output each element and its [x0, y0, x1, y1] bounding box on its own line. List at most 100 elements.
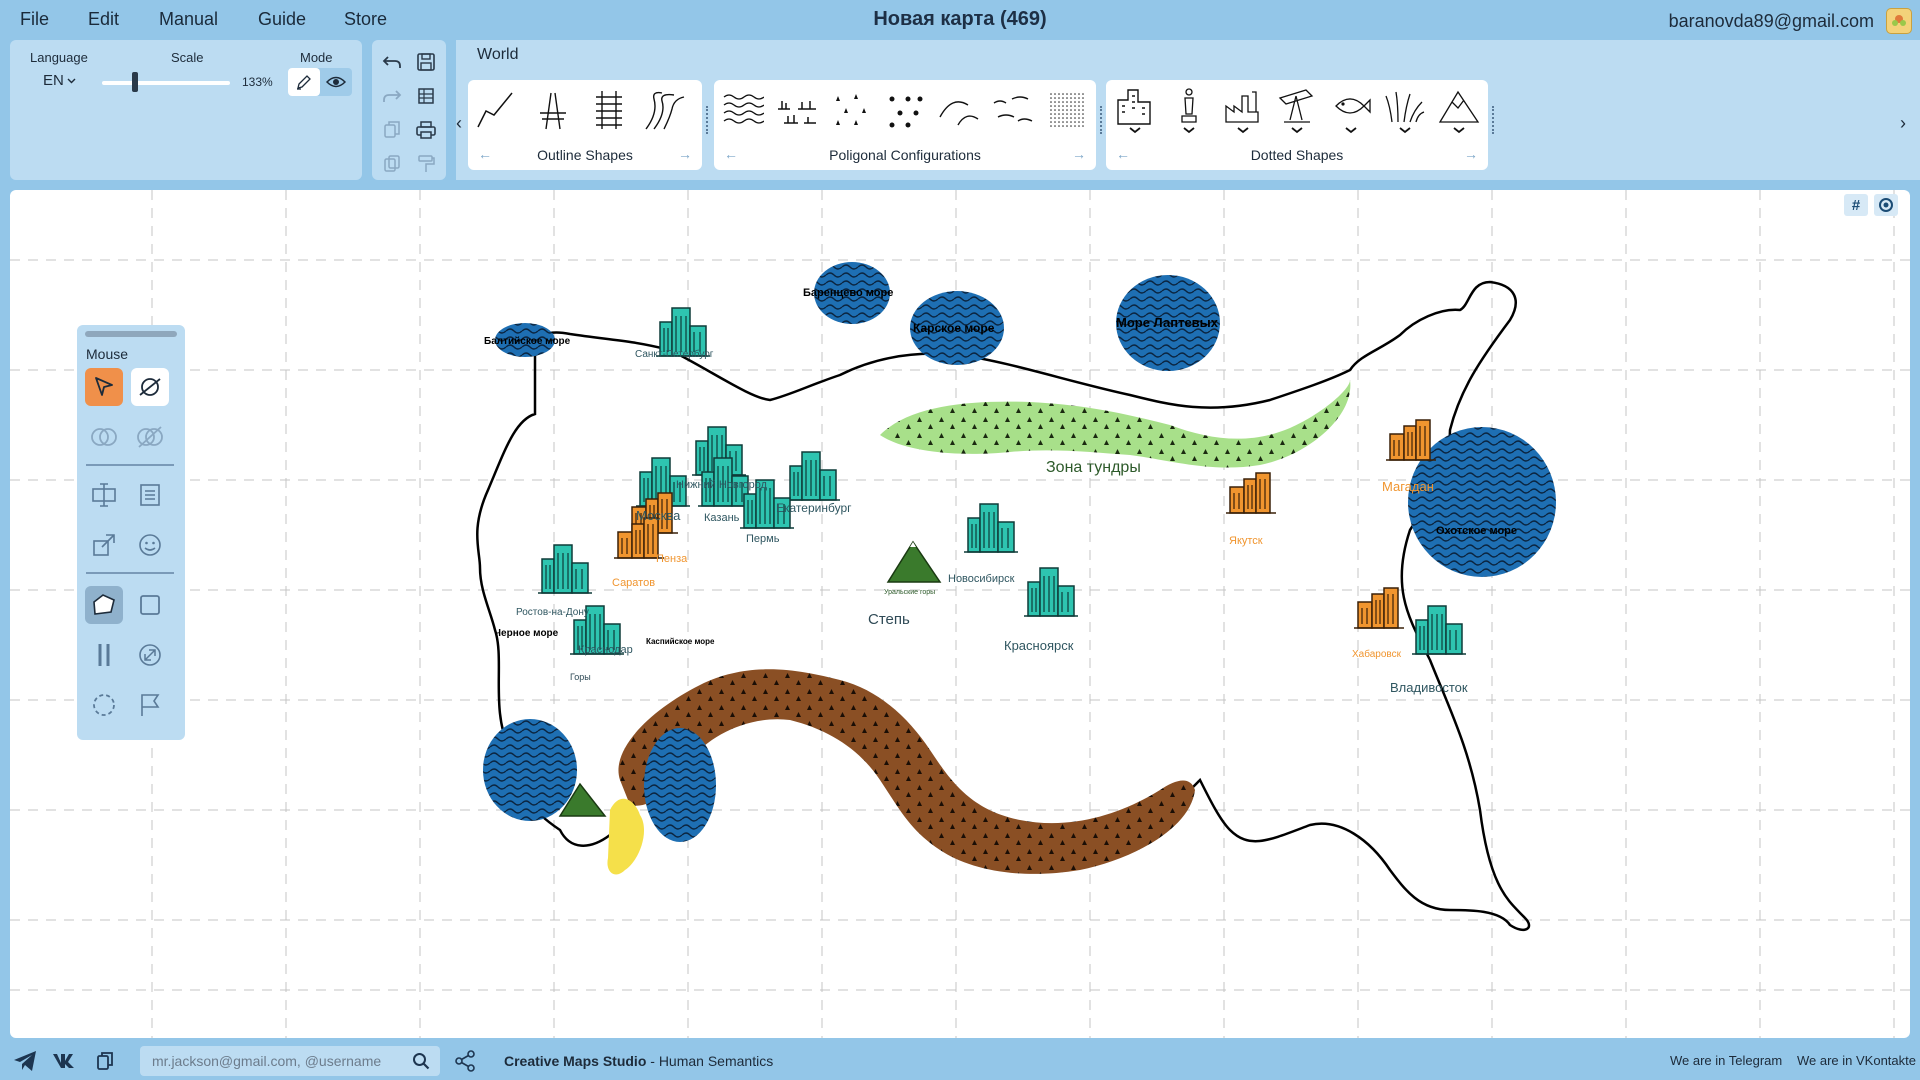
grid-toggle-button[interactable]: # — [1844, 194, 1868, 216]
sand-pattern-tool[interactable] — [1046, 86, 1088, 134]
edit-mode-button[interactable] — [288, 68, 320, 96]
factory-dotted-tool[interactable] — [1222, 86, 1264, 134]
arrow-right-icon[interactable]: → — [678, 146, 692, 162]
resize-tool[interactable] — [131, 636, 169, 674]
arrow-right-icon[interactable]: → — [1464, 146, 1478, 162]
scale-slider-track[interactable] — [102, 81, 230, 85]
reeds-dotted-tool[interactable] — [1384, 86, 1426, 134]
hills-pattern-tool[interactable] — [938, 86, 980, 134]
view-mode-button[interactable] — [320, 68, 352, 96]
reeds-icon — [1385, 91, 1425, 134]
lasso-tool[interactable] — [85, 686, 123, 724]
outline-railway-tool[interactable] — [588, 86, 630, 134]
deselect-tool[interactable] — [131, 368, 169, 406]
sand-zone[interactable] — [607, 798, 645, 875]
subtract-tool[interactable] — [131, 418, 169, 456]
copy-icon — [97, 1052, 113, 1070]
undo-button[interactable] — [378, 48, 406, 76]
city-saratov-icon[interactable] — [613, 517, 665, 559]
layers-button[interactable] — [412, 82, 440, 110]
vk-button[interactable] — [50, 1046, 80, 1076]
label-nizhny: Нижний Новгород — [676, 479, 768, 491]
user-email[interactable]: baranovda89@gmail.com — [1669, 11, 1874, 32]
toolbar-scroll-left[interactable]: ‹ — [456, 113, 462, 134]
redo-icon — [383, 90, 402, 102]
paste-button[interactable] — [378, 150, 406, 178]
menu-manual[interactable]: Manual — [159, 9, 218, 30]
city-magadan-icon[interactable] — [1385, 419, 1437, 461]
format-paint-button[interactable] — [412, 150, 440, 178]
rectangle-tool[interactable] — [131, 586, 169, 624]
shape-group-dotted: ← Dotted Shapes → — [1106, 80, 1488, 170]
mountain-dotted-tool[interactable] — [1438, 86, 1480, 134]
city-khabarovsk-icon[interactable] — [1353, 587, 1405, 629]
link-tool[interactable] — [85, 526, 123, 564]
emoji-tool[interactable] — [131, 526, 169, 564]
brand-text[interactable]: Creative Maps Studio - Human Semantics — [504, 1053, 773, 1069]
undo-icon — [382, 56, 401, 68]
tab-world[interactable]: World — [459, 40, 539, 70]
palette-drag-handle[interactable] — [85, 331, 177, 337]
line-tool[interactable] — [85, 636, 123, 674]
print-button[interactable] — [412, 116, 440, 144]
city-krasnoyarsk-icon[interactable] — [1023, 567, 1079, 617]
outline-road-tool[interactable] — [532, 86, 574, 134]
avatar-icon[interactable] — [1886, 8, 1912, 34]
vk-link[interactable]: We are in VKontakte — [1797, 1053, 1916, 1068]
city-ekb-icon[interactable] — [785, 451, 841, 501]
label-laptev: Море Лаптевых — [1116, 315, 1219, 330]
menu-guide[interactable]: Guide — [258, 9, 306, 30]
redo-button[interactable] — [378, 82, 406, 110]
sea-pattern-tool[interactable] — [722, 86, 764, 134]
map-canvas[interactable]: Балтийское море Санкт-Петербург Баренцев… — [10, 190, 1910, 1038]
city-novosibirsk-icon[interactable] — [963, 503, 1019, 553]
copy-button[interactable] — [378, 116, 406, 144]
outline-river-tool[interactable] — [644, 86, 686, 134]
save-button[interactable] — [412, 48, 440, 76]
menu-store[interactable]: Store — [344, 9, 387, 30]
toolbar-scroll-right[interactable]: › — [1900, 113, 1906, 134]
city-vladivostok-icon[interactable] — [1411, 605, 1467, 655]
menu-edit[interactable]: Edit — [88, 9, 119, 30]
black-sea[interactable] — [483, 719, 577, 821]
city-yakutsk-icon[interactable] — [1225, 472, 1277, 514]
grass-pattern-tool[interactable] — [830, 86, 872, 134]
ural-mountains[interactable] — [886, 540, 942, 583]
tundra-zone[interactable] — [880, 380, 1351, 468]
select-tool[interactable] — [85, 368, 123, 406]
shape-group-caption: Poligonal Configurations — [829, 147, 981, 163]
share-button[interactable] — [450, 1046, 480, 1076]
map-drawing[interactable]: Балтийское море Санкт-Петербург Баренцев… — [10, 190, 1910, 1038]
oil-pump-dotted-tool[interactable] — [1276, 86, 1318, 134]
copy-link-button[interactable] — [90, 1046, 120, 1076]
text-box-tool[interactable] — [85, 476, 123, 514]
polygon-tool[interactable] — [85, 586, 123, 624]
city-rostov-icon[interactable] — [537, 544, 593, 594]
fish-dotted-tool[interactable] — [1330, 86, 1372, 134]
drag-handle[interactable] — [1492, 106, 1496, 134]
search-icon[interactable] — [412, 1052, 430, 1070]
flag-tool[interactable] — [131, 686, 169, 724]
drag-handle[interactable] — [1100, 106, 1104, 134]
scale-slider-thumb[interactable] — [132, 72, 138, 92]
caspian-sea[interactable] — [644, 728, 716, 842]
share-input[interactable] — [152, 1052, 402, 1070]
target-button[interactable] — [1874, 194, 1898, 216]
monument-dotted-tool[interactable] — [1168, 86, 1210, 134]
menu-bar: File Edit Manual Guide Store Новая карта… — [0, 0, 1920, 40]
arrow-right-icon[interactable]: → — [1072, 146, 1086, 162]
drag-handle[interactable] — [706, 106, 710, 134]
swamp-pattern-tool[interactable] — [776, 86, 818, 134]
city-dotted-tool[interactable] — [1114, 86, 1156, 134]
telegram-button[interactable] — [10, 1046, 40, 1076]
menu-file[interactable]: File — [20, 9, 49, 30]
document-title[interactable]: Новая карта (469) — [873, 8, 1046, 30]
flag-icon — [141, 694, 160, 716]
union-tool[interactable] — [85, 418, 123, 456]
telegram-link[interactable]: We are in Telegram — [1670, 1053, 1782, 1068]
language-select[interactable]: EN — [43, 72, 76, 89]
dunes-pattern-tool[interactable] — [992, 86, 1034, 134]
outline-zigzag-tool[interactable] — [476, 86, 518, 134]
paragraph-tool[interactable] — [131, 476, 169, 514]
forest-pattern-tool[interactable] — [884, 86, 926, 134]
